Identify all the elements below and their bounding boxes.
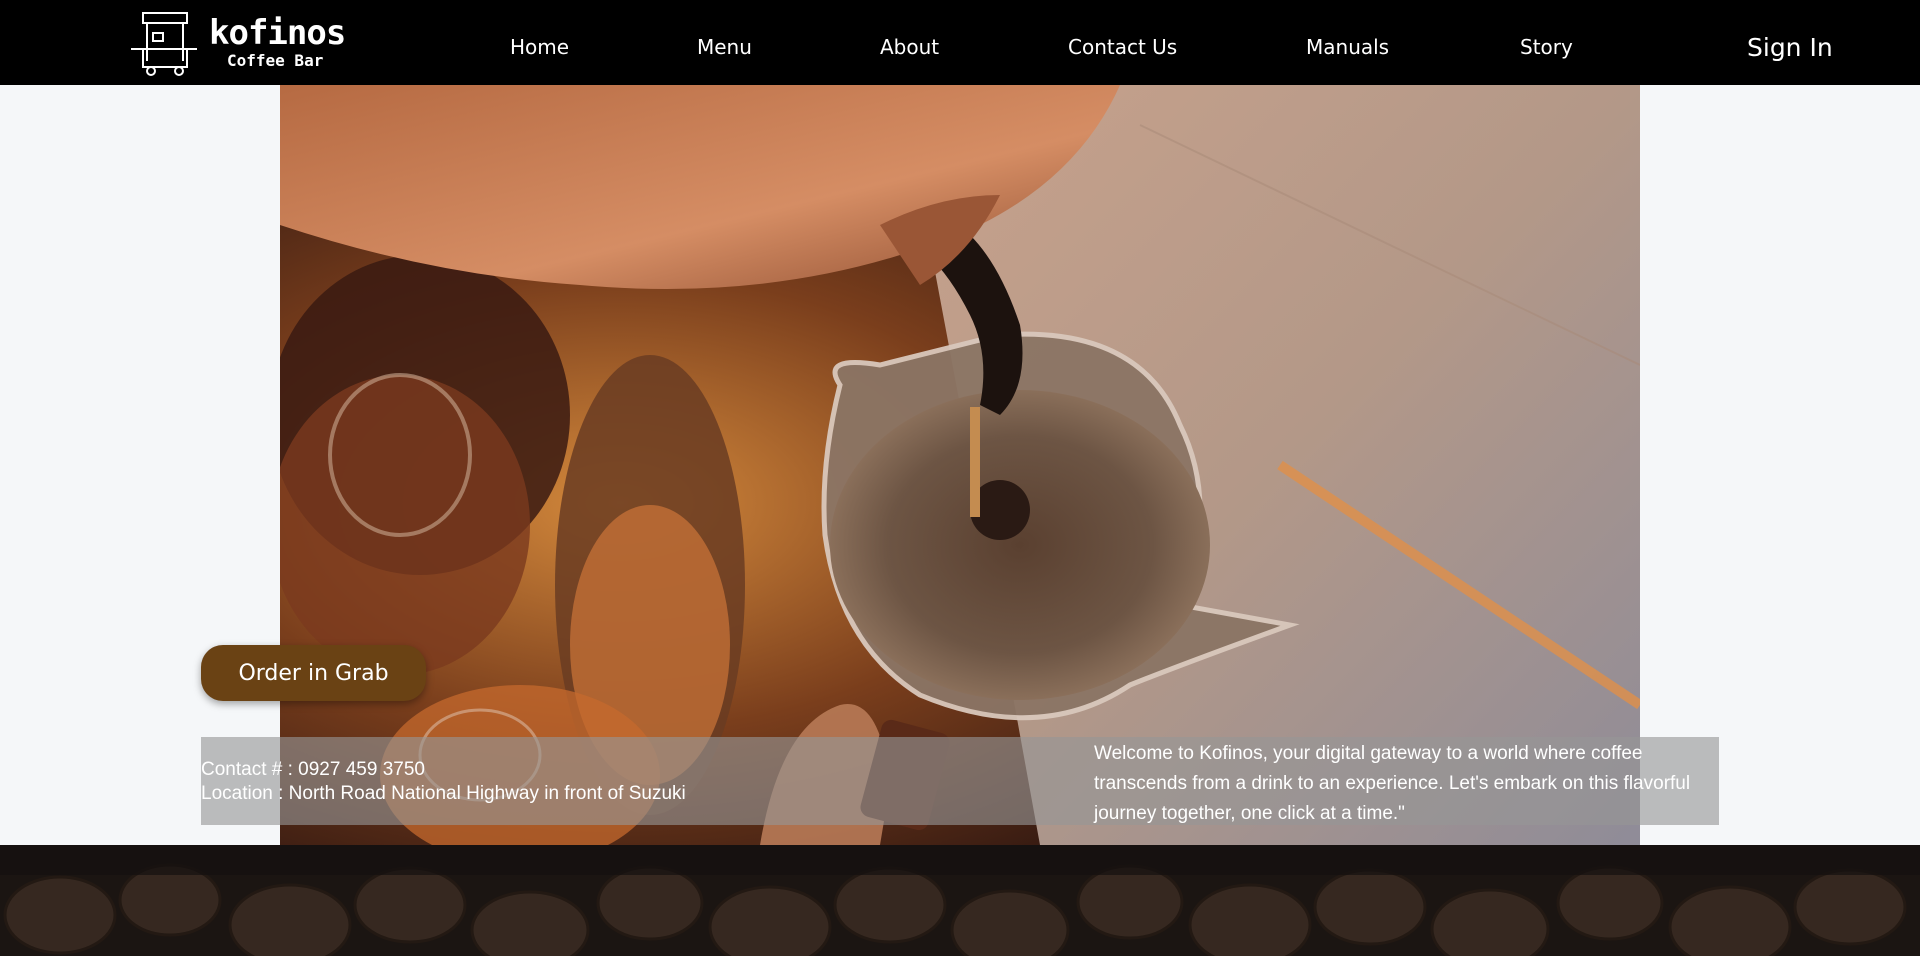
nav-contact-us-link[interactable]: Contact Us [1068, 34, 1177, 60]
nav-manuals-link[interactable]: Manuals [1306, 34, 1389, 60]
coffee-beans-background [0, 845, 1920, 956]
coffee-beans-banner [0, 845, 1920, 956]
hero-video [280, 85, 1640, 845]
nav-about-link[interactable]: About [880, 34, 939, 60]
nav-home-link[interactable]: Home [510, 34, 569, 60]
sign-in-link[interactable]: Sign In [1747, 33, 1833, 63]
nav-menu-link[interactable]: Menu [697, 34, 752, 60]
brand-logo[interactable]: kofinos Coffee Bar [131, 11, 346, 77]
nav-story-link[interactable]: Story [1520, 34, 1573, 60]
top-navbar: kofinos Coffee Bar Home Menu About Conta… [0, 0, 1920, 85]
welcome-message: Welcome to Kofinos, your digital gateway… [1094, 743, 1691, 824]
brand-name: kofinos [209, 13, 346, 53]
contact-number: Contact # : 0927 459 3750 [201, 759, 425, 780]
coffee-cart-icon [131, 12, 197, 76]
coffee-pour-illustration [280, 85, 1640, 845]
brand-subtitle: Coffee Bar [227, 51, 324, 70]
location-text: Location : North Road National Highway i… [201, 783, 686, 804]
order-in-grab-button[interactable]: Order in Grab [201, 645, 426, 701]
contact-info: Contact # : 0927 459 3750 Location : Nor… [201, 758, 686, 806]
